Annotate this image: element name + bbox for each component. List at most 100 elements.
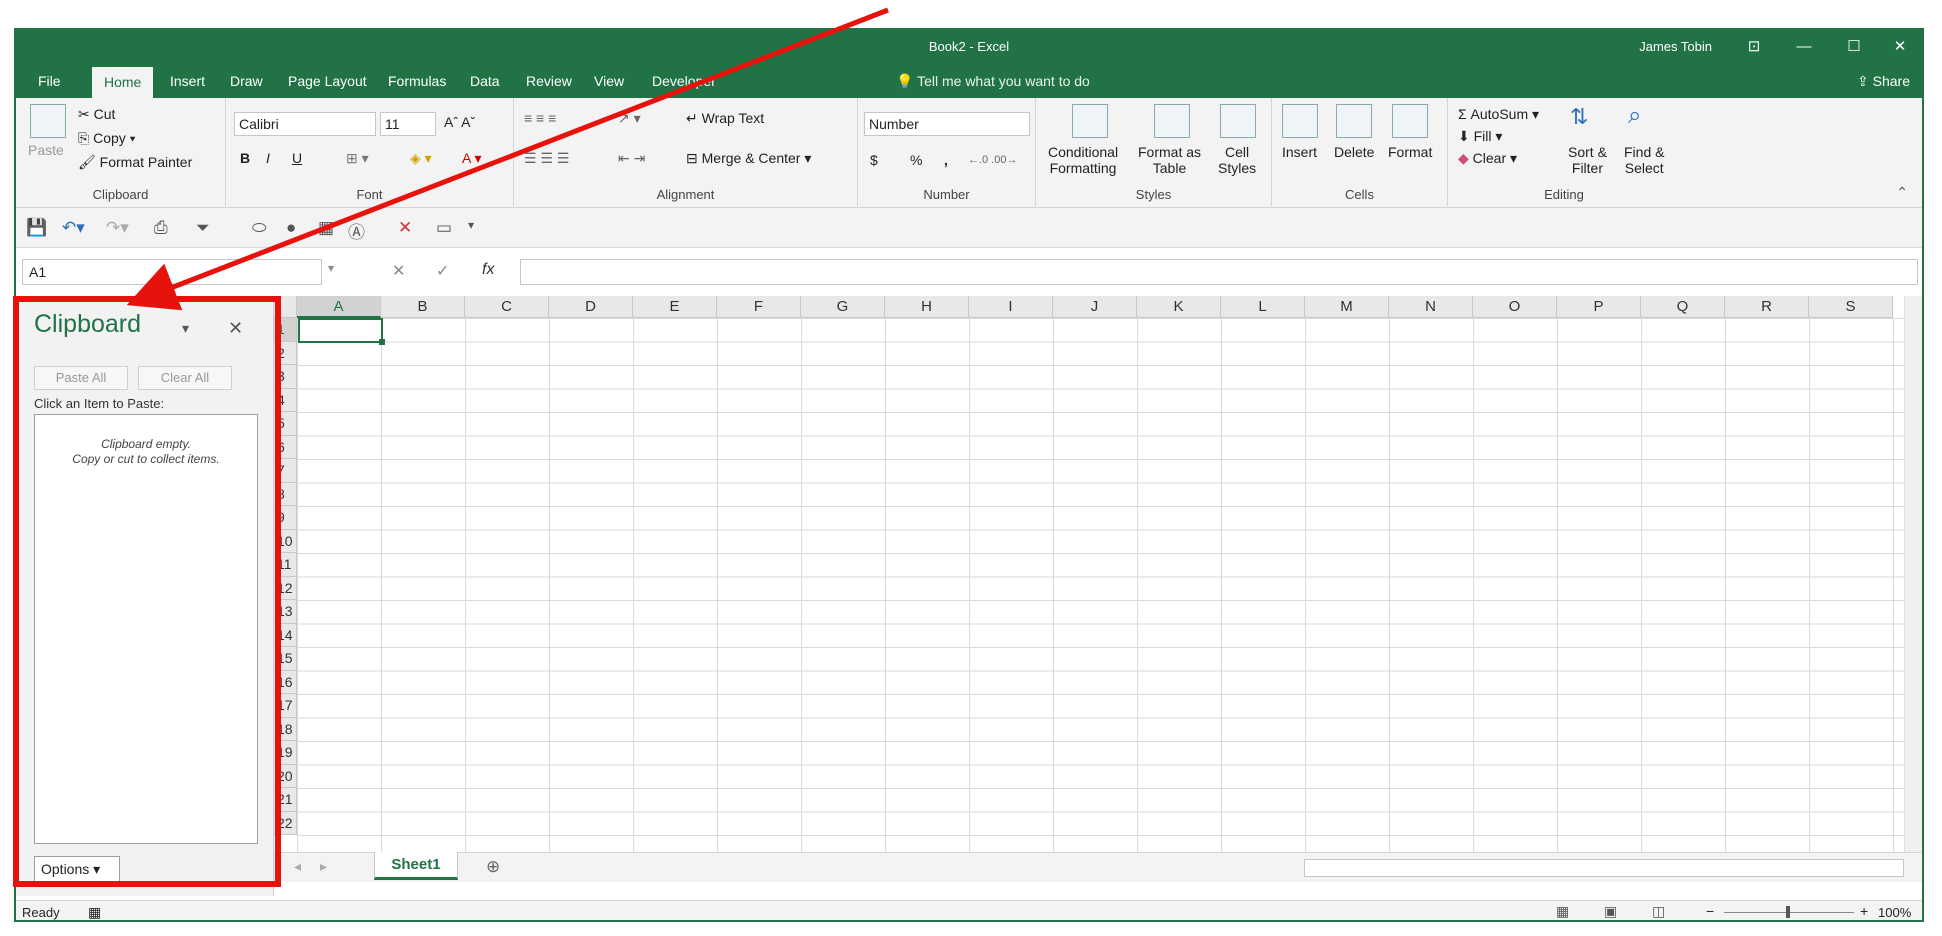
name-box-dropdown-icon[interactable]: ▾ bbox=[328, 261, 334, 275]
column-header[interactable]: E bbox=[633, 296, 717, 318]
name-box[interactable]: A1 bbox=[22, 259, 322, 285]
tab-formulas[interactable]: Formulas bbox=[376, 64, 458, 98]
zoom-in-icon[interactable]: + bbox=[1860, 903, 1868, 919]
column-header[interactable]: B bbox=[381, 296, 465, 318]
column-header[interactable]: L bbox=[1221, 296, 1305, 318]
fill-color-icon[interactable]: ◈ ▾ bbox=[410, 150, 432, 167]
column-header[interactable]: J bbox=[1053, 296, 1137, 318]
cut-button[interactable]: ✂ Cut bbox=[78, 106, 115, 123]
maximize-button[interactable]: ☐ bbox=[1836, 34, 1872, 60]
paste-button[interactable]: Paste bbox=[28, 142, 64, 158]
comma-button[interactable]: , bbox=[944, 152, 948, 168]
next-sheet-icon[interactable]: ▸ bbox=[320, 858, 327, 875]
currency-button[interactable]: $ bbox=[870, 152, 878, 168]
format-as-table-button[interactable]: Format as Table bbox=[1138, 144, 1201, 176]
form-icon[interactable]: ▭ bbox=[436, 218, 452, 238]
column-header[interactable]: P bbox=[1557, 296, 1641, 318]
tell-me-box[interactable]: 💡 Tell me what you want to do bbox=[896, 64, 1090, 98]
tab-insert[interactable]: Insert bbox=[158, 64, 217, 98]
cell-styles-button[interactable]: Cell Styles bbox=[1218, 144, 1256, 176]
insert-function-button[interactable]: fx bbox=[482, 261, 494, 279]
record-icon[interactable]: ● bbox=[286, 218, 296, 238]
prev-sheet-icon[interactable]: ◂ bbox=[294, 858, 301, 875]
active-cell[interactable] bbox=[298, 318, 385, 345]
cancel-entry-button[interactable]: ✕ bbox=[392, 261, 405, 281]
sheet-tab-sheet1[interactable]: Sheet1 bbox=[374, 852, 458, 880]
column-header[interactable]: F bbox=[717, 296, 801, 318]
zoom-slider[interactable] bbox=[1724, 906, 1854, 918]
vertical-scrollbar[interactable] bbox=[1904, 296, 1922, 852]
align-left-icon[interactable]: ☰ ☰ ☰ bbox=[524, 150, 569, 167]
column-header[interactable]: G bbox=[801, 296, 885, 318]
delete-column-icon[interactable]: ✕ bbox=[398, 218, 412, 238]
format-button[interactable]: Format bbox=[1388, 144, 1432, 160]
column-header[interactable]: H bbox=[885, 296, 969, 318]
grow-font-icon[interactable]: Aˆ Aˇ bbox=[444, 114, 475, 130]
tab-review[interactable]: Review bbox=[514, 64, 584, 98]
collapse-ribbon-icon[interactable]: ⌃ bbox=[1896, 184, 1908, 201]
column-header[interactable]: I bbox=[969, 296, 1053, 318]
zoom-level[interactable]: 100% bbox=[1878, 905, 1911, 920]
borders-icon[interactable]: ⊞ ▾ bbox=[346, 150, 369, 167]
conditional-formatting-button[interactable]: Conditional Formatting bbox=[1048, 144, 1118, 176]
normal-view-icon[interactable]: ▦ bbox=[1556, 903, 1569, 920]
top-align-icon[interactable]: ≡ ≡ ≡ bbox=[524, 110, 556, 126]
page-break-view-icon[interactable]: ◫ bbox=[1652, 903, 1665, 920]
wrap-text-button[interactable]: ↵ Wrap Text bbox=[686, 110, 764, 127]
column-header[interactable]: M bbox=[1305, 296, 1389, 318]
fill-handle[interactable] bbox=[379, 339, 385, 345]
autosum-button[interactable]: Σ AutoSum ▾ bbox=[1458, 106, 1539, 123]
customize-qat-icon[interactable]: ▾ bbox=[468, 218, 474, 232]
column-header[interactable]: S bbox=[1809, 296, 1893, 318]
horizontal-scrollbar[interactable] bbox=[1304, 859, 1904, 877]
sort-filter-button[interactable]: Sort & Filter bbox=[1568, 144, 1607, 176]
clear-button[interactable]: ◆ Clear ▾ bbox=[1458, 150, 1517, 167]
zoom-out-icon[interactable]: − bbox=[1706, 903, 1714, 919]
share-button[interactable]: ⇪ Share bbox=[1857, 64, 1910, 98]
bold-button[interactable]: B bbox=[240, 150, 250, 166]
merge-center-button[interactable]: ⊟ Merge & Center ▾ bbox=[686, 150, 811, 167]
minimize-button[interactable]: — bbox=[1786, 34, 1822, 60]
indent-icon[interactable]: ⇤ ⇥ bbox=[618, 150, 645, 167]
decimal-icon[interactable]: ←.0 .00→ bbox=[968, 154, 1018, 166]
column-header[interactable]: Q bbox=[1641, 296, 1725, 318]
print-preview-icon[interactable]: ⎙ bbox=[154, 218, 168, 238]
column-header[interactable]: O bbox=[1473, 296, 1557, 318]
fill-button[interactable]: ⬇ Fill ▾ bbox=[1458, 128, 1502, 145]
column-header[interactable]: D bbox=[549, 296, 633, 318]
percent-button[interactable]: % bbox=[910, 152, 922, 168]
tab-draw[interactable]: Draw bbox=[218, 64, 275, 98]
save-icon[interactable]: 💾 bbox=[26, 218, 47, 238]
ribbon-display-options-icon[interactable]: ⊡ bbox=[1736, 34, 1772, 60]
underline-button[interactable]: U bbox=[292, 150, 302, 166]
tab-developer[interactable]: Developer bbox=[640, 64, 728, 98]
enter-entry-button[interactable]: ✓ bbox=[436, 261, 449, 281]
undo-icon[interactable]: ↶▾ bbox=[62, 218, 85, 238]
cell-area[interactable] bbox=[297, 318, 1904, 852]
tab-page-layout[interactable]: Page Layout bbox=[276, 64, 379, 98]
tab-view[interactable]: View bbox=[582, 64, 636, 98]
close-button[interactable]: ✕ bbox=[1882, 34, 1918, 60]
column-header[interactable]: K bbox=[1137, 296, 1221, 318]
column-header[interactable]: C bbox=[465, 296, 549, 318]
shape-icon[interactable]: ⬭ bbox=[252, 218, 267, 238]
new-sheet-icon[interactable]: ⊕ bbox=[486, 857, 500, 877]
text-box-icon[interactable]: Ⓐ bbox=[348, 218, 365, 243]
redo-icon[interactable]: ↷▾ bbox=[106, 218, 129, 238]
formula-input[interactable] bbox=[520, 259, 1918, 285]
tab-file[interactable]: File bbox=[26, 64, 73, 98]
italic-button[interactable]: I bbox=[266, 150, 270, 166]
find-select-button[interactable]: Find & Select bbox=[1624, 144, 1664, 176]
grid-icon[interactable]: ▦ bbox=[318, 218, 334, 238]
font-size-box[interactable]: 11 bbox=[380, 112, 436, 136]
column-header[interactable]: R bbox=[1725, 296, 1809, 318]
insert-button[interactable]: Insert bbox=[1282, 144, 1317, 160]
delete-button[interactable]: Delete bbox=[1334, 144, 1374, 160]
copy-button[interactable]: ⎘ Copy ▾ bbox=[78, 130, 136, 147]
filter-icon[interactable]: ⏷ bbox=[196, 218, 210, 238]
column-header[interactable]: A bbox=[297, 296, 381, 318]
tab-data[interactable]: Data bbox=[458, 64, 512, 98]
macro-record-icon[interactable]: ▦ bbox=[88, 904, 101, 920]
orientation-icon[interactable]: ↗ ▾ bbox=[618, 110, 641, 127]
column-header[interactable]: N bbox=[1389, 296, 1473, 318]
